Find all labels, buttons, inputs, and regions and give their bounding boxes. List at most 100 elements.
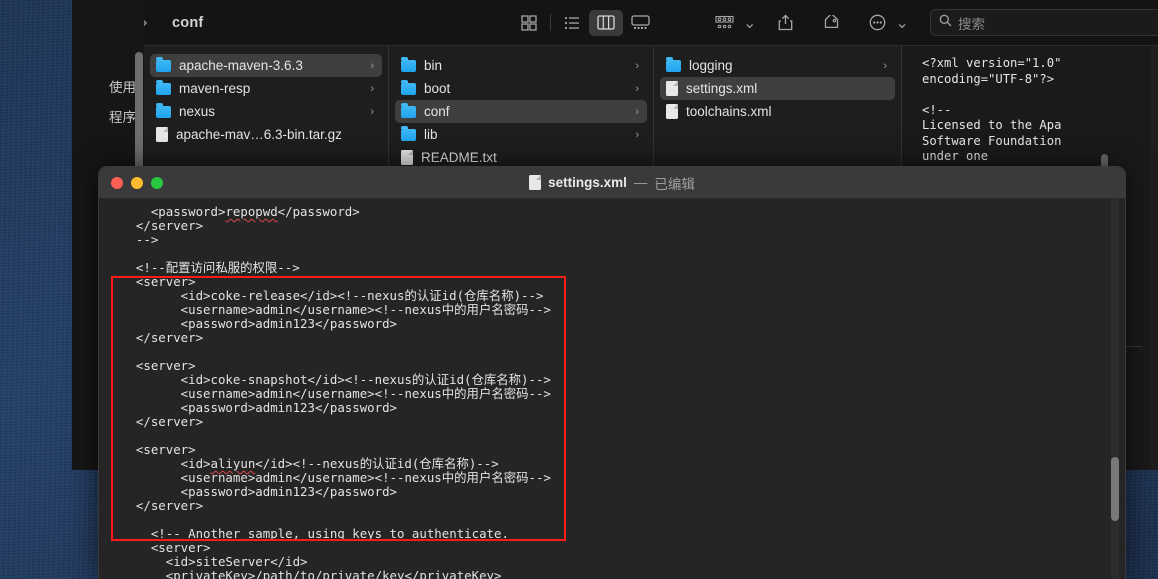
code-line: <password>admin123</password>	[121, 400, 398, 415]
editor-scrollbar-thumb[interactable]	[1111, 457, 1119, 521]
folder-icon	[401, 79, 416, 95]
chevron-right-icon: ›	[370, 59, 374, 72]
code-line: </server>	[121, 498, 204, 513]
folder-icon	[401, 56, 416, 72]
chevron-right-icon: ›	[370, 105, 374, 118]
zoom-button[interactable]	[151, 176, 163, 189]
finder-item-settings-xml[interactable]: settings.xml	[660, 77, 895, 100]
code-line: <id>coke-snapshot</id><!--nexus的认证id(仓库名…	[121, 372, 551, 387]
folder-icon	[156, 56, 171, 72]
more-actions-icon[interactable]	[860, 10, 894, 36]
view-mode-group	[512, 9, 657, 36]
file-icon	[401, 150, 413, 165]
item-label: logging	[689, 58, 733, 73]
file-icon	[666, 81, 678, 96]
folder-icon	[666, 56, 681, 72]
editor-title-dash: —	[633, 175, 648, 190]
code-line: </server>	[121, 218, 204, 233]
code-line: <password>admin123</password>	[121, 316, 398, 331]
finder-item-apache-maven-363[interactable]: apache-maven-3.6.3 ›	[150, 54, 382, 77]
code-line: <username>admin</username><!--nexus中的用户名…	[121, 386, 551, 401]
gallery-view-icon[interactable]	[623, 10, 657, 36]
chevron-down-icon[interactable]: ⌄	[895, 13, 908, 33]
code-line: <username>admin</username><!--nexus中的用户名…	[121, 302, 551, 317]
chevron-right-icon: ›	[883, 59, 887, 72]
item-label: boot	[424, 81, 451, 96]
item-label: apache-mav…6.3-bin.tar.gz	[176, 127, 342, 142]
code-line: <id>coke-release</id><!--nexus的认证id(仓库名称…	[121, 288, 544, 303]
toolbar-divider	[550, 14, 551, 31]
code-line: <id>siteServer</id>	[121, 554, 308, 569]
window-controls	[111, 176, 163, 189]
finder-toolbar: conf ⌄ ⌄ 搜索	[72, 0, 1158, 46]
folder-icon	[401, 102, 416, 118]
folder-icon	[156, 102, 171, 118]
finder-item-toolchains-xml[interactable]: toolchains.xml	[660, 100, 895, 123]
item-label: apache-maven-3.6.3	[179, 58, 303, 73]
code-line: <password>repopwd</password>	[121, 204, 360, 219]
code-line: <!-- Another sample, using keys to authe…	[121, 526, 509, 541]
file-icon	[666, 104, 678, 119]
finder-item-nexus[interactable]: nexus ›	[150, 100, 382, 123]
chevron-right-icon: ›	[635, 82, 639, 95]
editor-title-group: settings.xml — 已编辑	[99, 173, 1125, 193]
item-label: maven-resp	[179, 81, 251, 96]
share-icon[interactable]	[768, 10, 802, 36]
chevron-down-icon[interactable]: ⌄	[743, 13, 756, 33]
close-button[interactable]	[111, 176, 123, 189]
finder-item-lib[interactable]: lib ›	[395, 123, 647, 146]
sidebar-item-applications[interactable]: 程序	[72, 104, 144, 128]
editor-titlebar[interactable]: settings.xml — 已编辑	[99, 167, 1125, 199]
chevron-right-icon: ›	[370, 82, 374, 95]
tag-icon[interactable]	[814, 10, 848, 36]
text-editor-window: settings.xml — 已编辑 <password>repopwd</pa…	[98, 166, 1126, 579]
finder-item-boot[interactable]: boot ›	[395, 77, 647, 100]
folder-icon	[156, 79, 171, 95]
item-label: bin	[424, 58, 443, 73]
xml-file-icon	[529, 175, 542, 190]
item-label: lib	[424, 127, 438, 142]
folder-icon	[401, 125, 416, 141]
code-line: <server>	[121, 442, 196, 457]
list-view-icon[interactable]	[555, 10, 589, 36]
item-label: nexus	[179, 104, 216, 119]
finder-item-maven-resp[interactable]: maven-resp ›	[150, 77, 382, 100]
screen: conf ⌄ ⌄ 搜索 apache-maven-3.6.3 › maven-r…	[0, 0, 1158, 579]
item-label: conf	[424, 104, 450, 119]
code-line: <server>	[121, 358, 196, 373]
group-by-icon[interactable]	[708, 10, 742, 36]
finder-item-apache-maven-targz[interactable]: apache-mav…6.3-bin.tar.gz	[150, 123, 382, 146]
code-line: -->	[121, 232, 159, 247]
code-line: <server>	[121, 274, 196, 289]
search-placeholder: 搜索	[958, 16, 985, 32]
chevron-right-icon: ›	[635, 59, 639, 72]
code-line: <!--配置访问私服的权限-->	[121, 260, 300, 275]
minimize-button[interactable]	[131, 176, 143, 189]
finder-item-bin[interactable]: bin ›	[395, 54, 647, 77]
finder-item-conf[interactable]: conf ›	[395, 100, 647, 123]
group-by-button[interactable]: ⌄	[708, 10, 756, 36]
search-field[interactable]: 搜索	[930, 9, 1158, 36]
column-view-icon[interactable]	[589, 9, 623, 36]
grid-view-icon[interactable]	[512, 10, 546, 36]
toolbar-actions-group: ⌄ ⌄	[708, 10, 909, 36]
sidebar-item-usage[interactable]: 使用	[72, 74, 144, 98]
editor-filename: settings.xml	[548, 175, 627, 190]
more-actions-button[interactable]: ⌄	[860, 10, 909, 36]
finder-item-logging[interactable]: logging ›	[660, 54, 895, 77]
editor-code-content[interactable]: <password>repopwd</password> </server> -…	[121, 205, 606, 579]
chevron-right-icon: ›	[635, 105, 639, 118]
spellcheck-word: repopwd	[225, 204, 278, 219]
finder-path-title: conf	[172, 14, 204, 31]
file-icon	[156, 127, 168, 142]
editor-body[interactable]: <password>repopwd</password> </server> -…	[99, 199, 1125, 579]
item-label: README.txt	[421, 150, 497, 165]
item-label: settings.xml	[686, 81, 758, 96]
editor-scrollbar-track[interactable]	[1111, 199, 1119, 579]
item-label: toolchains.xml	[686, 104, 772, 119]
code-line: <username>admin</username><!--nexus中的用户名…	[121, 470, 551, 485]
